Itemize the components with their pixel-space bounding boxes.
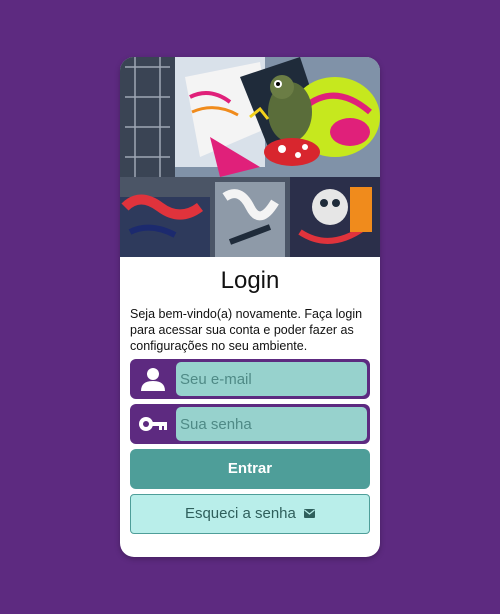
password-field bbox=[130, 404, 370, 444]
key-icon bbox=[138, 412, 168, 436]
forgot-password-label: Esqueci a senha bbox=[184, 505, 296, 522]
graffiti-illustration bbox=[120, 57, 380, 257]
user-icon bbox=[138, 367, 168, 391]
password-input[interactable] bbox=[176, 407, 367, 441]
forgot-password-button[interactable]: Esqueci a senha bbox=[130, 494, 370, 534]
email-field bbox=[130, 359, 370, 399]
login-card: Login Seja bem-vindo(a) novamente. Faça … bbox=[120, 57, 380, 557]
welcome-message: Seja bem-vindo(a) novamente. Faça login … bbox=[130, 307, 363, 353]
email-input[interactable] bbox=[176, 362, 367, 396]
login-button[interactable]: Entrar bbox=[130, 449, 370, 489]
mail-icon bbox=[304, 495, 316, 533]
page-title: Login bbox=[220, 267, 280, 294]
hero-image bbox=[120, 57, 380, 257]
